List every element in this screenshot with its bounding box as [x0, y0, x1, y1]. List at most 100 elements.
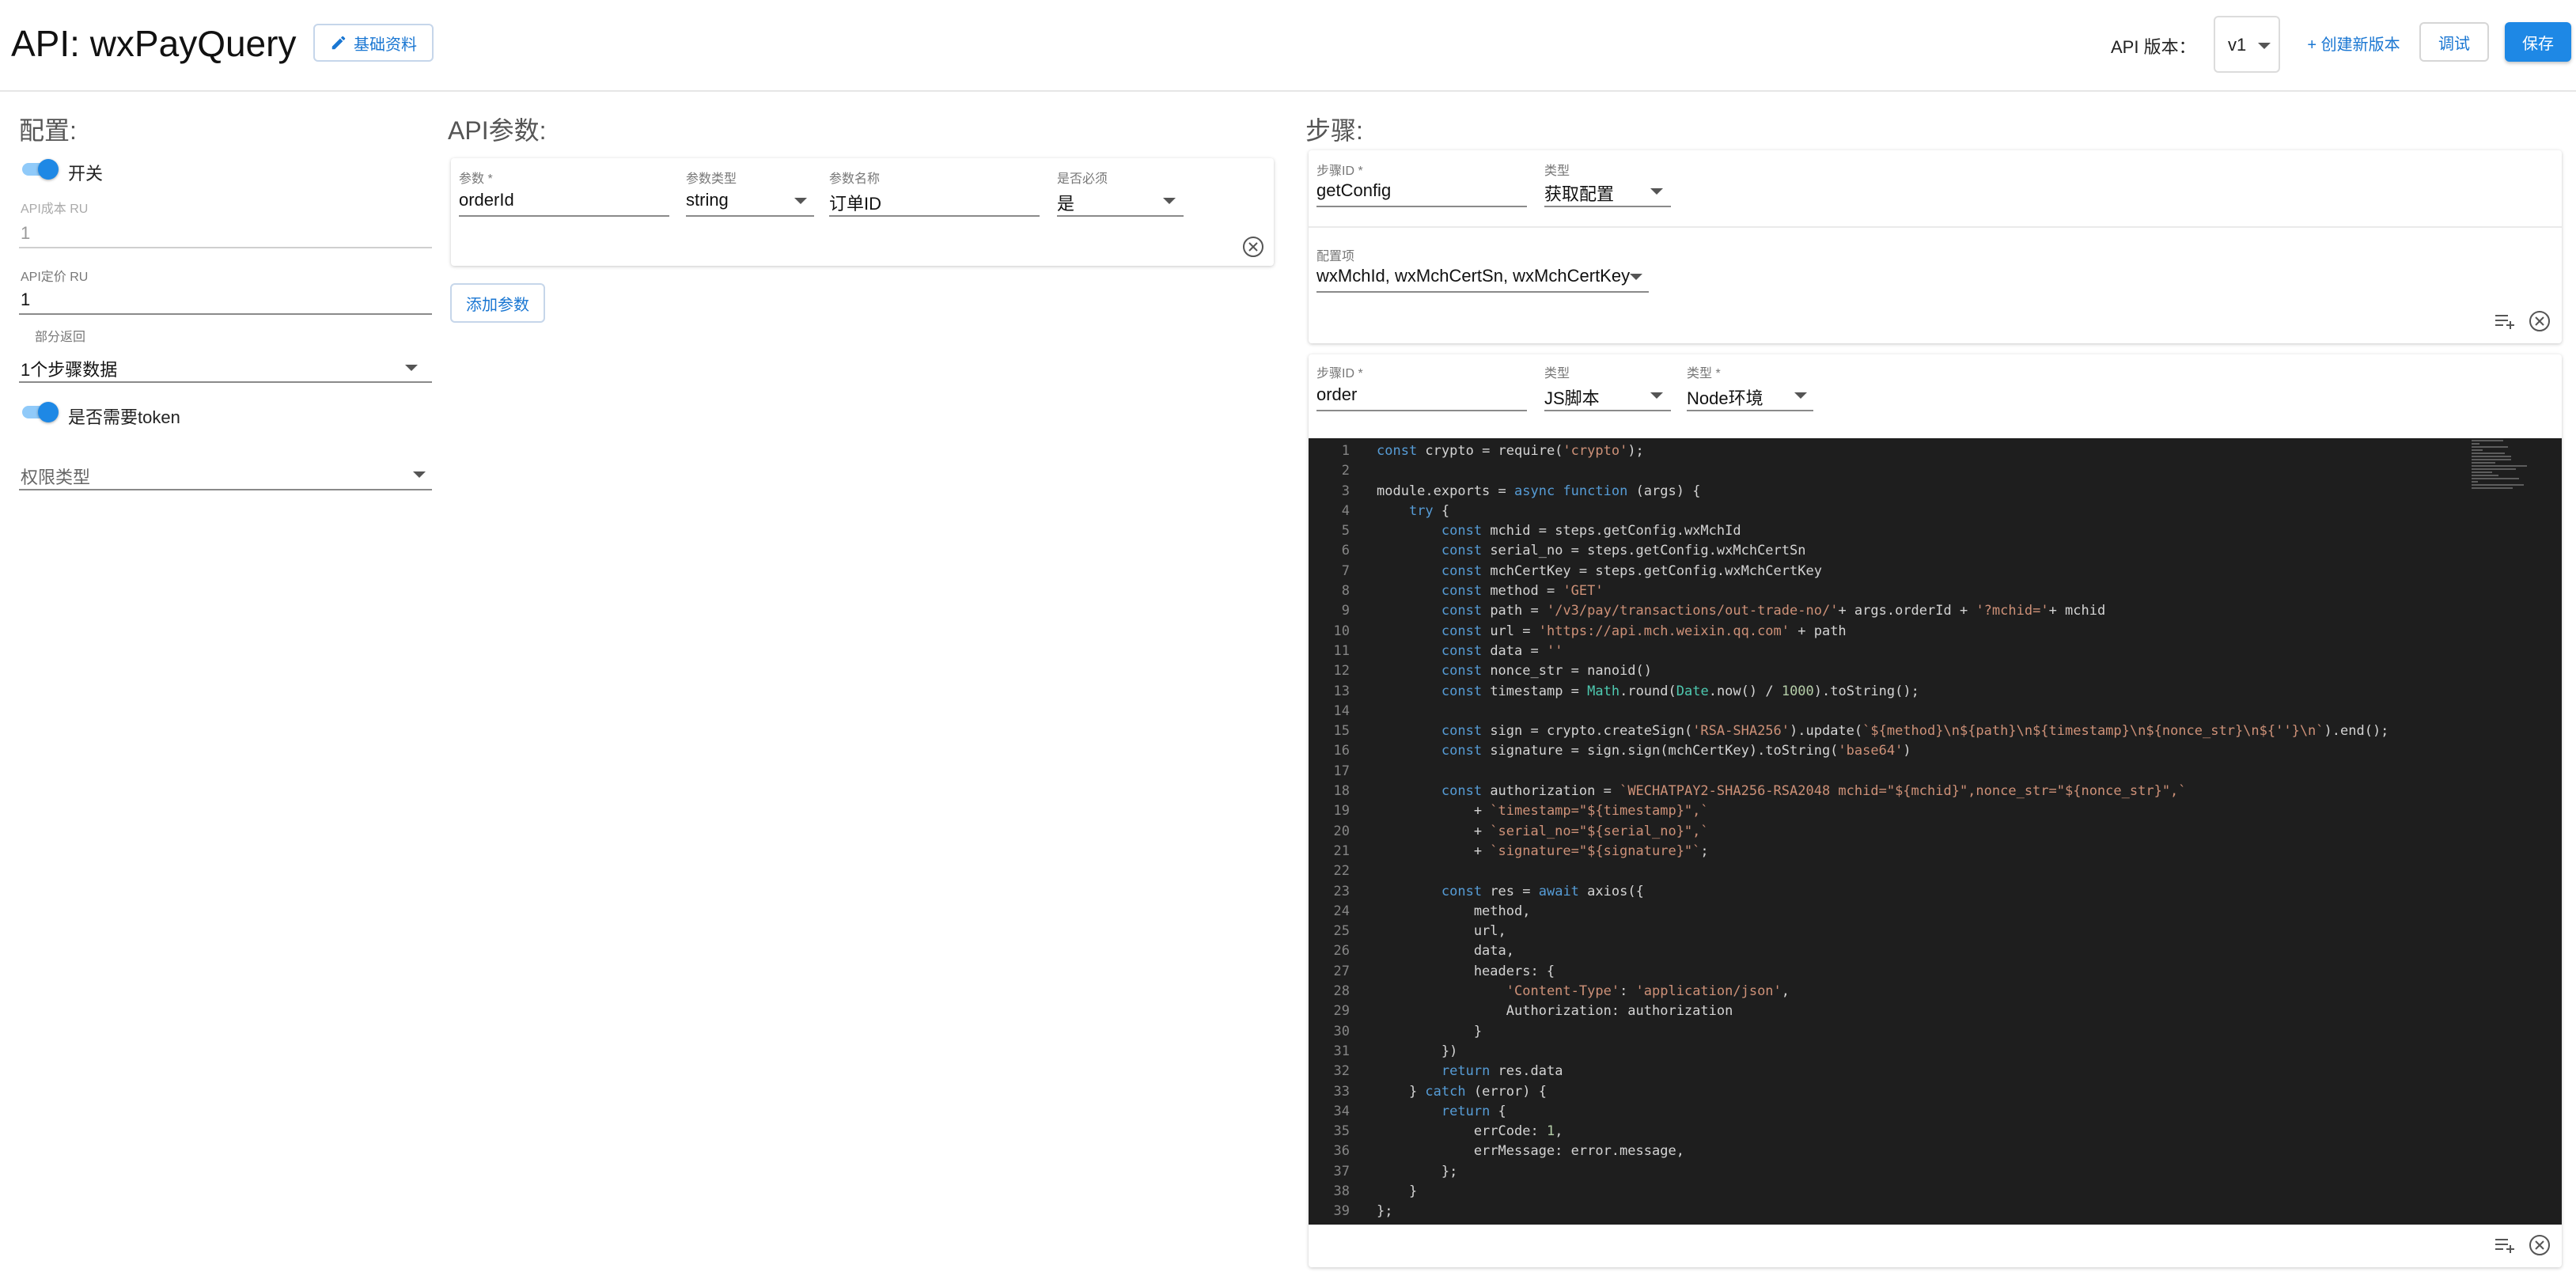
playlist-add-icon[interactable]: [2492, 309, 2517, 334]
code-line[interactable]: 26 data,: [1309, 941, 2388, 961]
line-content: errMessage: error.message,: [1377, 1143, 1684, 1160]
steps-section-title: 步骤:: [1305, 116, 1363, 145]
code-line[interactable]: 2: [1309, 461, 2388, 481]
code-line[interactable]: 37 };: [1309, 1162, 2388, 1182]
step-card-getconfig: 步骤ID * getConfig 类型 获取配置 配置项 wxMchId, wx…: [1309, 150, 2562, 343]
code-line[interactable]: 10 const url = 'https://api.mch.weixin.q…: [1309, 622, 2388, 642]
line-content: errCode: 1,: [1377, 1123, 1563, 1140]
code-line[interactable]: 27 headers: {: [1309, 962, 2388, 982]
code-line[interactable]: 38 }: [1309, 1182, 2388, 1202]
code-line[interactable]: 33 } catch (error) {: [1309, 1082, 2388, 1102]
code-line[interactable]: 36 errMessage: error.message,: [1309, 1142, 2388, 1161]
code-line[interactable]: 25 url,: [1309, 922, 2388, 941]
line-content: url,: [1377, 923, 1506, 940]
debug-button[interactable]: 调试: [2419, 22, 2489, 62]
code-line[interactable]: 22: [1309, 861, 2388, 881]
editor-minimap[interactable]: [2472, 440, 2527, 503]
code-line[interactable]: 11 const data = '': [1309, 642, 2388, 661]
code-line[interactable]: 18 const authorization = `WECHATPAY2-SHA…: [1309, 782, 2388, 801]
permission-type-select[interactable]: 权限类型: [21, 464, 90, 489]
line-number: 6: [1341, 543, 1350, 559]
save-button[interactable]: 保存: [2505, 22, 2571, 62]
token-toggle[interactable]: [19, 402, 60, 422]
code-line[interactable]: 16 const signature = sign.sign(mchCertKe…: [1309, 741, 2388, 761]
line-content: module.exports = async function (args) {: [1377, 483, 1701, 499]
line-number: 33: [1333, 1083, 1350, 1100]
config-items-select[interactable]: wxMchId, wxMchCertSn, wxMchCertKey: [1316, 266, 1630, 286]
code-line[interactable]: 5 const mchid = steps.getConfig.wxMchId: [1309, 521, 2388, 541]
line-content: Authorization: authorization: [1377, 1003, 1733, 1020]
param-name-input[interactable]: 订单ID: [829, 190, 881, 215]
partial-return-select[interactable]: 1个步骤数据: [21, 356, 117, 381]
code-line[interactable]: 13 const timestamp = Math.round(Date.now…: [1309, 682, 2388, 702]
code-line[interactable]: 9 const path = '/v3/pay/transactions/out…: [1309, 601, 2388, 621]
line-number: 37: [1333, 1163, 1350, 1179]
api-cost-label: API成本 RU: [21, 203, 89, 216]
code-line[interactable]: 3 module.exports = async function (args) …: [1309, 482, 2388, 502]
param-type-select[interactable]: string: [686, 190, 729, 210]
code-line[interactable]: 23 const res = await axios({: [1309, 882, 2388, 902]
step-id-input[interactable]: getConfig: [1316, 180, 1391, 201]
enable-toggle[interactable]: [19, 159, 60, 180]
line-number: 13: [1333, 683, 1350, 699]
line-content: } catch (error) {: [1377, 1083, 1547, 1100]
basic-info-button[interactable]: 基础资料: [313, 24, 434, 62]
line-content: const signature = sign.sign(mchCertKey).…: [1441, 743, 1911, 759]
code-line[interactable]: 24 method,: [1309, 902, 2388, 922]
step-divider: [1309, 226, 2562, 228]
chevron-down-icon: [1650, 188, 1663, 195]
code-line[interactable]: 29 Authorization: authorization: [1309, 1001, 2388, 1021]
line-number: 27: [1333, 963, 1350, 979]
step-type-select[interactable]: JS脚本: [1544, 384, 1600, 410]
add-param-button[interactable]: 添加参数: [450, 283, 545, 323]
code-line[interactable]: 31 }): [1309, 1042, 2388, 1062]
code-line[interactable]: 35 errCode: 1,: [1309, 1122, 2388, 1142]
line-number: 24: [1333, 903, 1350, 919]
env-type-select[interactable]: Node环境: [1687, 384, 1763, 410]
code-line[interactable]: 1 const crypto = require('crypto');: [1309, 441, 2388, 461]
code-line[interactable]: 4 try {: [1309, 502, 2388, 521]
params-section-title: API参数:: [448, 116, 547, 145]
code-line[interactable]: 15 const sign = crypto.createSign('RSA-S…: [1309, 721, 2389, 741]
api-price-input[interactable]: 1: [21, 290, 30, 310]
config-section-title: 配置:: [19, 116, 77, 145]
code-line[interactable]: 21 + `signature="${signature}"`;: [1309, 842, 2388, 861]
code-editor[interactable]: 1 const crypto = require('crypto'); 2 3 modu…: [1309, 438, 2562, 1225]
step-id-input[interactable]: order: [1316, 384, 1357, 405]
code-line[interactable]: 7 const mchCertKey = steps.getConfig.wxM…: [1309, 562, 2388, 581]
step-type-label: 类型: [1544, 367, 1570, 381]
line-content: method,: [1377, 903, 1531, 919]
param-required-select[interactable]: 是: [1057, 190, 1074, 215]
code-line[interactable]: 30 }: [1309, 1022, 2388, 1042]
code-line[interactable]: 6 const serial_no = steps.getConfig.wxMc…: [1309, 541, 2388, 561]
code-line[interactable]: 17: [1309, 762, 2388, 782]
code-line[interactable]: 14: [1309, 702, 2388, 721]
line-number: 23: [1333, 883, 1350, 899]
step-type-select[interactable]: 获取配置: [1544, 180, 1614, 206]
code-line[interactable]: 32 return res.data: [1309, 1062, 2388, 1081]
create-version-button[interactable]: + 创建新版本: [2296, 24, 2411, 62]
code-line[interactable]: 8 const method = 'GET': [1309, 581, 2388, 601]
code-line[interactable]: 12 const nonce_str = nanoid(): [1309, 661, 2388, 681]
step-type-underline: [1544, 410, 1671, 411]
line-content: headers: {: [1377, 963, 1555, 979]
code-line[interactable]: 19 + `timestamp="${timestamp}",`: [1309, 801, 2388, 821]
param-key-input[interactable]: orderId: [459, 190, 514, 210]
remove-step-icon[interactable]: [2527, 1232, 2552, 1258]
code-line[interactable]: 39};: [1309, 1202, 2388, 1221]
code-line[interactable]: 34 return {: [1309, 1102, 2388, 1122]
code-line[interactable]: 28 'Content-Type': 'application/json',: [1309, 982, 2388, 1001]
chevron-down-icon: [1650, 392, 1663, 399]
playlist-add-icon[interactable]: [2492, 1232, 2517, 1258]
param-type-header: 参数类型: [686, 172, 737, 186]
line-number: 2: [1341, 463, 1350, 479]
code-line[interactable]: 20 + `serial_no="${serial_no}",`: [1309, 822, 2388, 842]
line-content: return {: [1441, 1103, 1506, 1119]
line-number: 14: [1333, 702, 1350, 719]
token-toggle-label: 是否需要token: [68, 407, 180, 427]
remove-step-icon[interactable]: [2527, 309, 2552, 334]
version-select[interactable]: v1: [2214, 16, 2280, 73]
param-type-underline: [686, 215, 814, 217]
chevron-down-icon: [1794, 392, 1807, 399]
remove-param-icon[interactable]: [1241, 234, 1266, 259]
